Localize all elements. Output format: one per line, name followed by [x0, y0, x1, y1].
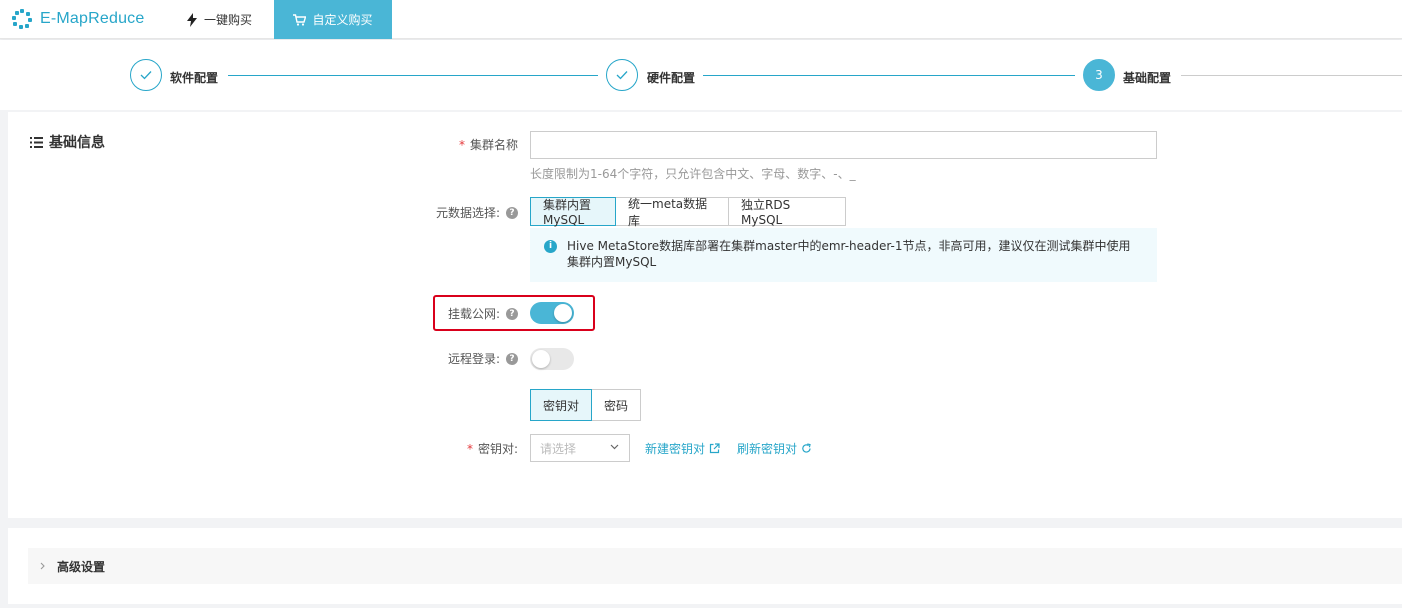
key-pair-label-text: 密钥对: — [477, 442, 518, 456]
check-icon — [140, 71, 152, 80]
public-ip-label-text: 挂载公网: — [447, 307, 500, 321]
cluster-name-hint: 长度限制为1-64个字符，只允许包含中文、字母、数字、-、_ — [530, 167, 856, 181]
cluster-name-label: * 集群名称 — [408, 136, 518, 153]
auth-option-key-pair[interactable]: 密钥对 — [530, 389, 592, 421]
required-mark: * — [466, 441, 473, 456]
refresh-key-pair-link[interactable]: 刷新密钥对 — [737, 440, 812, 457]
section-title: 基础信息 — [30, 132, 105, 152]
list-icon — [30, 136, 43, 148]
chevron-right-icon — [40, 562, 45, 570]
tab-quick-buy-label: 一键购买 — [204, 13, 253, 27]
external-link-icon — [709, 443, 720, 454]
key-pair-label: * 密钥对: — [408, 440, 518, 457]
metadata-selector: 集群内置MySQL 统一meta数据库 独立RDS MySQL — [530, 197, 846, 228]
auth-type-selector: 密钥对 密码 — [530, 389, 641, 421]
check-icon — [616, 71, 628, 80]
metadata-label-text: 元数据选择: — [435, 206, 500, 220]
refresh-key-pair-text: 刷新密钥对 — [737, 442, 798, 456]
section-title-text: 基础信息 — [49, 135, 105, 151]
metadata-option-unified-meta[interactable]: 统一meta数据库 — [615, 197, 729, 228]
metadata-info-box: i Hive MetaStore数据库部署在集群master中的emr-head… — [530, 228, 1157, 282]
help-icon[interactable]: ? — [506, 307, 518, 320]
logo-text: E-MapReduce — [40, 10, 145, 27]
info-icon: i — [544, 240, 557, 253]
cluster-name-input[interactable] — [530, 131, 1157, 159]
create-key-pair-text: 新建密钥对 — [645, 442, 706, 456]
basic-info-panel: 基础信息 * 集群名称 长度限制为1-64个字符，只允许包含中文、字母、数字、-… — [8, 112, 1402, 518]
cluster-name-label-text: 集群名称 — [469, 138, 518, 152]
step-connector — [703, 75, 1075, 76]
step-2-done[interactable] — [606, 59, 638, 91]
top-bar: E-MapReduce 一键购买 自定义购买 — [0, 0, 1402, 39]
metadata-label: 元数据选择: ? — [388, 204, 518, 221]
help-icon[interactable]: ? — [506, 206, 518, 219]
step-1-label: 软件配置 — [170, 71, 219, 85]
cart-icon — [293, 13, 307, 26]
lightning-icon — [187, 12, 197, 27]
step-progress: 软件配置 硬件配置 3 基础配置 — [0, 40, 1402, 110]
metadata-option-rds-mysql[interactable]: 独立RDS MySQL — [728, 197, 846, 227]
tab-custom-buy[interactable]: 自定义购买 — [274, 0, 392, 39]
chevron-down-icon — [610, 444, 619, 450]
key-pair-placeholder: 请选择 — [540, 441, 577, 456]
toggle-knob — [554, 304, 572, 322]
step-2-label: 硬件配置 — [647, 71, 696, 85]
toggle-knob — [532, 350, 550, 368]
metadata-info-line2: 集群内置MySQL — [567, 255, 657, 269]
refresh-icon — [802, 443, 811, 453]
step-3-number: 3 — [1095, 68, 1103, 82]
required-mark: * — [458, 137, 465, 152]
step-1-done[interactable] — [130, 59, 162, 91]
advanced-settings-label: 高级设置 — [57, 559, 106, 574]
create-key-pair-link[interactable]: 新建密钥对 — [645, 440, 720, 457]
public-ip-label: 挂载公网: ? — [388, 305, 518, 322]
step-3-active: 3 — [1083, 59, 1115, 91]
logo[interactable]: E-MapReduce — [12, 8, 144, 30]
tab-quick-buy[interactable]: 一键购买 — [186, 0, 252, 39]
step-connector — [228, 75, 598, 76]
tab-custom-buy-label: 自定义购买 — [312, 13, 373, 27]
help-icon[interactable]: ? — [506, 352, 518, 365]
auth-option-password[interactable]: 密码 — [591, 389, 641, 421]
remote-login-label-text: 远程登录: — [447, 352, 500, 366]
remote-login-toggle[interactable] — [530, 348, 574, 370]
remote-login-label: 远程登录: ? — [388, 350, 518, 367]
step-3-label: 基础配置 — [1123, 71, 1172, 85]
public-ip-toggle[interactable] — [530, 302, 574, 324]
metadata-info-line1: Hive MetaStore数据库部署在集群master中的emr-header… — [567, 239, 1131, 253]
advanced-settings-panel: 高级设置 — [8, 528, 1402, 604]
emr-logo-icon — [12, 9, 32, 29]
advanced-settings-toggle[interactable]: 高级设置 — [28, 548, 1402, 584]
metadata-option-builtin-mysql[interactable]: 集群内置MySQL — [530, 197, 616, 227]
key-pair-select[interactable]: 请选择 — [530, 434, 630, 462]
step-connector — [1181, 75, 1402, 76]
